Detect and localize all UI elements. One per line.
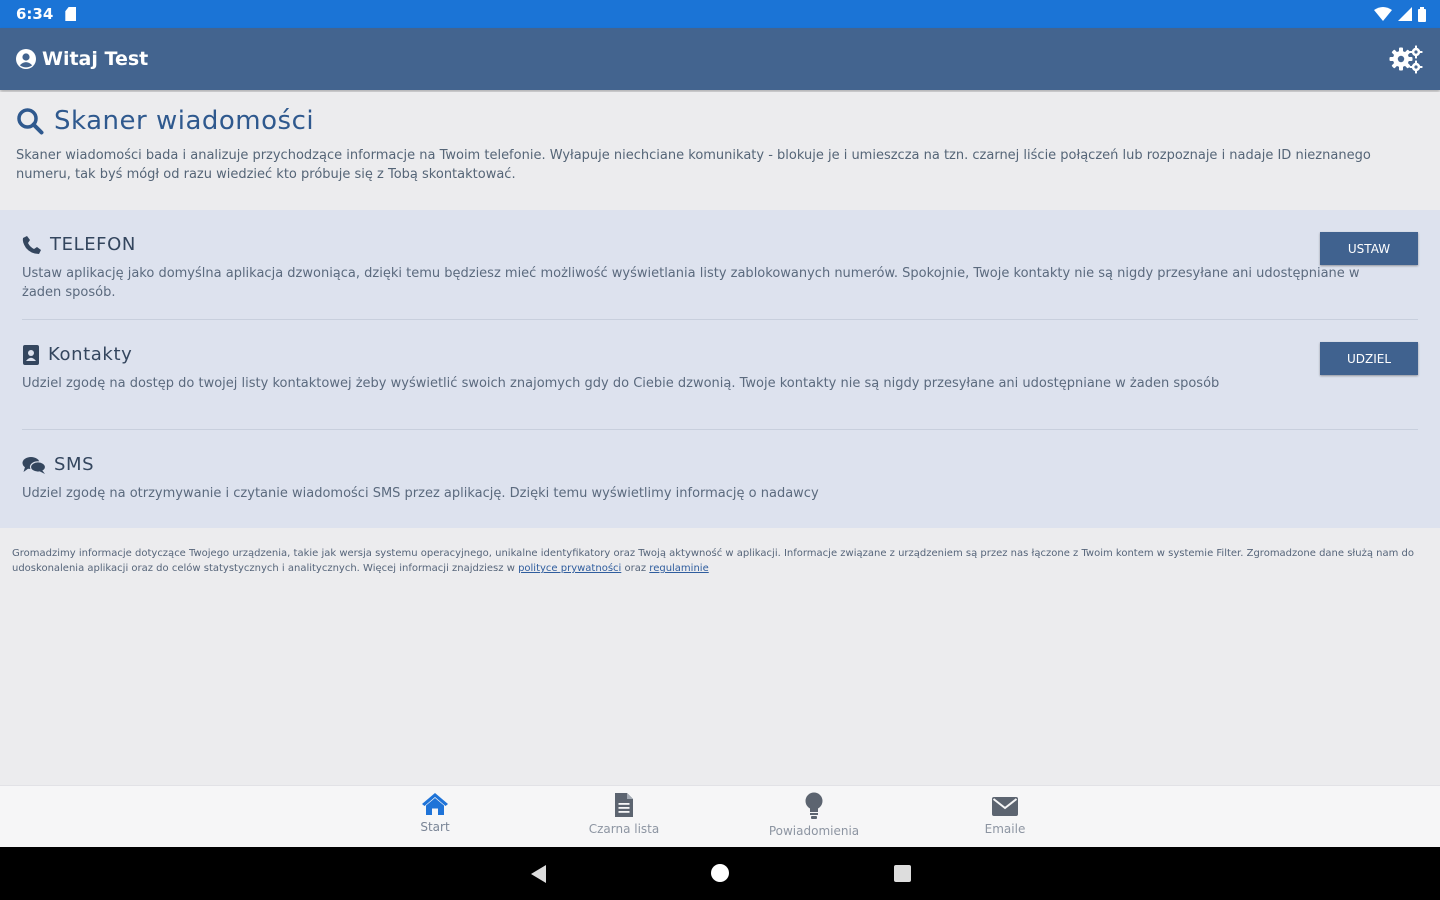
nav-item-blacklist[interactable]: Czarna lista: [564, 792, 684, 836]
intro-section: Skaner wiadomości Skaner wiadomości bada…: [0, 92, 1440, 208]
intro-description: Skaner wiadomości bada i analizuje przyc…: [16, 148, 1371, 182]
permission-sms-header: SMS: [22, 454, 1418, 475]
nav-label-emails: Emaile: [984, 822, 1026, 836]
permission-contacts-title: Kontakty: [48, 344, 133, 365]
greeting-title: Witaj Test: [42, 48, 149, 70]
disclaimer-conjunction: oraz: [624, 563, 647, 574]
comments-icon: [22, 456, 46, 474]
address-book-icon: [23, 344, 39, 365]
permission-contacts: Kontakty Udziel zgodę na dostęp do twoje…: [22, 320, 1418, 430]
permission-phone-description: Ustaw aplikację jako domyślna aplikacja …: [22, 266, 1360, 300]
user-icon: [16, 49, 36, 69]
permission-contacts-description: Udziel zgodę na dostęp do twojej listy k…: [22, 376, 1220, 391]
home-icon: [422, 793, 448, 815]
permission-sms: SMS Udziel zgodę na otrzymywanie i czyta…: [22, 430, 1418, 528]
nav-label-blacklist: Czarna lista: [588, 822, 660, 836]
status-time: 6:34: [16, 5, 54, 23]
envelope-icon: [992, 797, 1018, 816]
privacy-disclaimer: Gromadzimy informacje dotyczące Twojego …: [12, 546, 1422, 576]
permission-phone: TELEFON Ustaw aplikację jako domyślna ap…: [22, 210, 1418, 320]
permissions-section: TELEFON Ustaw aplikację jako domyślna ap…: [0, 210, 1440, 528]
status-icons: [1374, 6, 1426, 22]
home-button-icon[interactable]: [711, 864, 729, 882]
permission-sms-title: SMS: [54, 454, 95, 475]
phone-icon: [22, 235, 41, 254]
terms-link[interactable]: regulaminie: [649, 563, 708, 574]
lightbulb-icon: [805, 792, 823, 819]
wifi-icon: [1374, 7, 1392, 21]
nav-label-start: Start: [420, 820, 450, 834]
system-navigation-bar: [0, 847, 1440, 900]
settings-button[interactable]: [1388, 44, 1424, 74]
permission-sms-description: Udziel zgodę na otrzymywanie i czytanie …: [22, 486, 819, 501]
permission-contacts-header: Kontakty: [22, 344, 1418, 365]
signal-icon: [1398, 7, 1412, 21]
sd-card-icon: [65, 7, 77, 21]
status-bar: 6:34: [0, 0, 1440, 28]
back-icon[interactable]: [529, 864, 547, 884]
nav-item-emails[interactable]: Emaile: [945, 792, 1065, 836]
grant-contacts-button[interactable]: UDZIEL: [1320, 342, 1418, 375]
nav-item-notifications[interactable]: Powiadomienia: [754, 792, 874, 838]
app-bar: Witaj Test: [0, 28, 1440, 90]
search-icon: [17, 108, 44, 135]
bottom-navigation: Start Czarna lista Powiadomienia Emaile: [0, 785, 1440, 847]
set-default-dialer-button[interactable]: USTAW: [1320, 232, 1418, 265]
document-icon: [615, 793, 633, 817]
disclaimer-text: Gromadzimy informacje dotyczące Twojego …: [12, 548, 1415, 574]
page-title-text: Skaner wiadomości: [54, 106, 315, 136]
recent-apps-icon[interactable]: [894, 865, 911, 882]
cogs-icon: [1389, 45, 1423, 74]
nav-item-start[interactable]: Start: [375, 792, 495, 834]
battery-icon: [1418, 6, 1426, 22]
permission-phone-title: TELEFON: [50, 234, 136, 255]
nav-label-notifications: Powiadomienia: [768, 824, 860, 838]
permission-phone-header: TELEFON: [22, 234, 1418, 255]
page-title: Skaner wiadomości: [16, 106, 1424, 136]
privacy-policy-link[interactable]: polityce prywatności: [518, 563, 621, 574]
